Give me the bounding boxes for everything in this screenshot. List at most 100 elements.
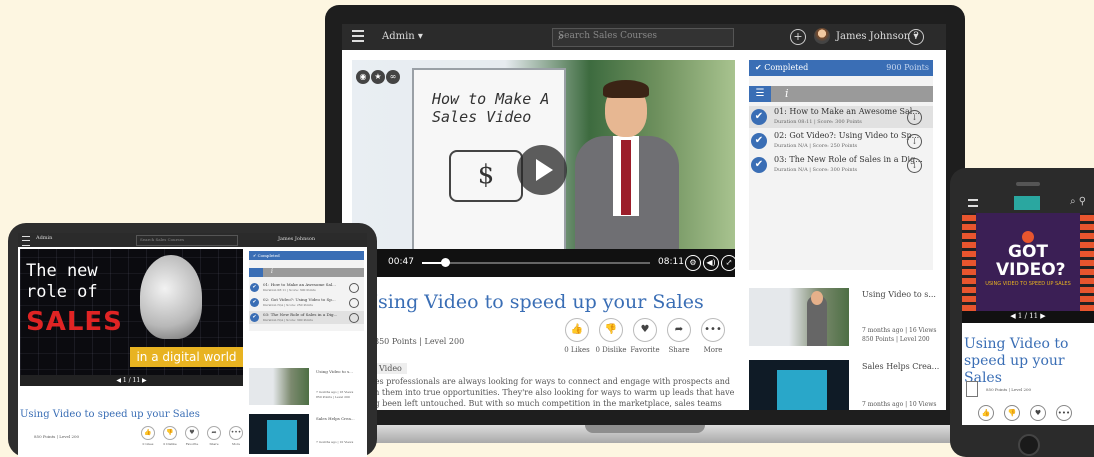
check-icon: ✔ (250, 298, 259, 307)
search-icon[interactable]: ⌕ ⚲ (1070, 196, 1086, 207)
download-icon[interactable] (349, 283, 359, 293)
favorite-button[interactable]: ♥ Favorite (182, 426, 202, 446)
completed-bar: ✔ Completed 900 Points (749, 60, 933, 76)
more-label: More (703, 346, 723, 354)
video-badges: ◉ ★ ∞ (356, 64, 401, 84)
video-title-graphic: GOT VIDEO? (996, 242, 1066, 280)
list-tab[interactable]: ☰ (749, 86, 771, 102)
course-title: Using Video to speed up your Sales (362, 291, 704, 313)
slide-pager[interactable]: ◀ 1 / 11 ▶ (962, 311, 1094, 323)
laptop-screen: Admin ▾ Search Sales Courses ⌕ + James J… (342, 24, 946, 410)
playlist-item[interactable]: ✔ 02: Got Video?: Using Video to Sp... D… (749, 130, 933, 152)
playlist-item[interactable]: ✔ 01: How to Make an Awesome Sal... Dura… (749, 106, 933, 128)
related-title[interactable]: Sales Helps Crea... (316, 416, 355, 421)
menu-icon[interactable] (968, 199, 978, 207)
share-icon: ➦ (207, 426, 221, 440)
download-icon[interactable]: ↓ (907, 158, 922, 173)
check-icon: ✔ (751, 157, 767, 173)
admin-label: Admin (382, 31, 415, 42)
more-button[interactable]: ••• More (693, 318, 733, 354)
completed-label: ✔ Completed (755, 63, 809, 72)
more-icon: ••• (701, 318, 725, 342)
phone-home-button[interactable] (1018, 434, 1040, 456)
search-input[interactable]: Search Sales Courses ⌕ (552, 28, 734, 47)
menu-icon[interactable] (22, 236, 30, 246)
user-menu[interactable]: James Johnson ▾ (836, 31, 918, 42)
playlist-item[interactable]: ✔ 01: How to Make an Awesome Sal... Durati… (249, 281, 364, 294)
settings-icon[interactable]: ⚙ (685, 255, 701, 271)
dollar-drawing: $ (449, 150, 523, 202)
like-label: 0 Likes (564, 346, 590, 354)
thumbs-down-icon[interactable]: 👎 (1004, 405, 1020, 421)
info-tab[interactable]: i (271, 268, 273, 275)
description: Sales professionals are always looking f… (362, 377, 735, 408)
check-icon: ✔ (250, 283, 259, 292)
video-text-2: role of (26, 282, 98, 302)
user-name: James Johnson (836, 31, 911, 42)
playlist-panel: ✔ Completed 900 Points ☰ i ✔ 01: How to … (749, 60, 933, 270)
help-icon[interactable]: ? (908, 29, 924, 45)
thumbs-up-icon[interactable]: 👍 (978, 405, 994, 421)
item-title: 02: Got Video?: Using Video to Sp... (263, 297, 336, 302)
heart-icon[interactable]: ♥ (1030, 405, 1046, 421)
item-title: 03: The New Role of Sales in a Dig... (263, 312, 338, 317)
related-title[interactable]: Using Video to s... (862, 290, 936, 299)
info-tab[interactable]: i (785, 87, 789, 100)
list-tab[interactable] (249, 268, 263, 277)
video-text-line: The new role of (26, 261, 98, 303)
progress-bar[interactable] (422, 258, 650, 267)
related-thumbnail[interactable] (249, 414, 309, 454)
robot-image (140, 255, 202, 339)
user-name[interactable]: James Johnson (278, 236, 315, 242)
share-button[interactable]: ➦ Share (204, 426, 224, 446)
dislike-button[interactable]: 👎 0 Dislike (160, 426, 180, 446)
related-title[interactable]: Sales Helps Crea... (862, 362, 939, 371)
related-points: 850 Points | Level 200 (316, 395, 350, 399)
play-icon (536, 159, 553, 181)
search-icon[interactable]: ⌕ (558, 30, 728, 44)
related-meta: 7 months ago | 10 Views (316, 440, 354, 444)
playlist-item[interactable]: ✔ 03: The New Role of Sales in a Dig... Du… (249, 311, 364, 324)
more-button[interactable]: ••• More (226, 426, 246, 446)
video-player[interactable]: How to Make A Sales Video $ ◉ ★ ∞ (352, 60, 735, 277)
download-icon[interactable]: ↓ (907, 134, 922, 149)
logo (1014, 196, 1040, 210)
menu-icon[interactable] (352, 30, 364, 42)
slide-pager[interactable]: ◀ 1 / 11 ▶ (20, 375, 243, 386)
check-icon: ✔ (751, 133, 767, 149)
item-title: 02: Got Video?: Using Video to Sp... (774, 131, 920, 140)
video-player[interactable]: GOT VIDEO? USING VIDEO TO SPEED UP SALES (962, 213, 1094, 311)
related-thumbnail[interactable] (749, 288, 849, 346)
download-icon[interactable]: ↓ (907, 110, 922, 125)
admin-dropdown[interactable]: Admin ▾ (382, 31, 423, 42)
tag-video[interactable]: Video (374, 363, 407, 374)
video-player[interactable]: The new role of SALES in a digital world … (20, 249, 243, 386)
download-icon[interactable] (349, 313, 359, 323)
fullscreen-icon[interactable]: ⤢ (721, 255, 737, 271)
download-icon[interactable] (349, 298, 359, 308)
check-icon: ✔ (250, 313, 259, 322)
volume-icon[interactable]: ◀) (703, 255, 719, 271)
avatar[interactable] (814, 28, 830, 44)
like-button[interactable]: 👍 0 Likes (138, 426, 158, 446)
star-icon: ★ (371, 70, 385, 84)
tablet-screen: Admin Search Sales Courses James Johnson… (18, 233, 367, 457)
more-icon[interactable]: ••• (1056, 405, 1072, 421)
phone-screen: ⌕ ⚲ GOT VIDEO? USING VIDEO TO SPEED UP S… (962, 193, 1094, 425)
dislike-label: 0 Dislike (163, 442, 177, 446)
whiteboard-text: How to Make A Sales Video (432, 90, 550, 126)
progress-knob[interactable] (440, 258, 450, 267)
search-input[interactable]: Search Sales Courses (136, 235, 238, 246)
add-icon[interactable]: + (790, 29, 806, 45)
share-label: Share (668, 346, 690, 354)
admin-label[interactable]: Admin (36, 235, 52, 241)
related-title[interactable]: Using Video to s... (316, 369, 353, 374)
related-thumbnail[interactable] (749, 360, 849, 410)
bookmark-icon[interactable] (966, 381, 978, 397)
related-thumbnail[interactable] (249, 368, 309, 405)
play-button[interactable] (517, 145, 567, 195)
points-level: 850 Points | Level 200 (986, 387, 1032, 392)
playlist-item[interactable]: ✔ 03: The New Role of Sales in a Dig... … (749, 154, 933, 176)
playlist-item[interactable]: ✔ 02: Got Video?: Using Video to Sp... Dur… (249, 296, 364, 309)
phone-speaker (1016, 182, 1040, 186)
